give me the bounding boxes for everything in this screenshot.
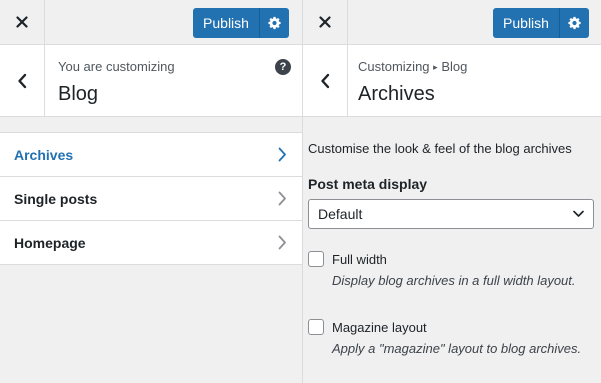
menu-item-label: Homepage	[14, 234, 86, 251]
chevron-right-icon	[278, 191, 286, 206]
page-title: Archives	[358, 83, 435, 105]
full-width-checkbox[interactable]	[308, 251, 324, 267]
section-description: Customise the look & feel of the blog ar…	[308, 141, 572, 156]
customizer-panel-blog: Publish You are customizing Blog ? Archi…	[0, 0, 303, 383]
publish-button-group: Publish	[493, 8, 589, 38]
title-block: Customizing ▸ Blog Archives	[358, 59, 467, 106]
back-button[interactable]	[303, 45, 348, 116]
archives-settings: Customise the look & feel of the blog ar…	[308, 140, 598, 229]
menu-item-label: Archives	[14, 146, 74, 163]
full-width-description: Display blog archives in a full width la…	[332, 273, 576, 288]
publish-settings-button[interactable]	[259, 8, 289, 38]
chevron-left-icon	[321, 73, 330, 88]
magazine-layout-checkbox[interactable]	[308, 319, 324, 335]
customizer-header: Publish	[0, 0, 302, 45]
title-block: You are customizing Blog	[58, 59, 175, 106]
post-meta-select[interactable]: Default	[308, 199, 594, 229]
breadcrumb-parent: Customizing	[358, 59, 430, 74]
help-icon[interactable]: ?	[275, 59, 291, 75]
gear-icon	[567, 16, 581, 30]
close-icon	[319, 16, 331, 28]
customizing-label: You are customizing	[58, 59, 175, 74]
magazine-layout-description: Apply a "magazine" layout to blog archiv…	[332, 341, 582, 356]
close-icon	[16, 16, 28, 28]
chevron-down-icon	[573, 210, 584, 217]
breadcrumb: Customizing ▸ Blog	[358, 59, 467, 75]
back-button[interactable]	[0, 45, 45, 116]
menu-item-label: Single posts	[14, 190, 98, 207]
menu-item-single-posts[interactable]: Single posts	[0, 177, 302, 221]
customizer-panel-archives: Publish Customizing ▸ Blog Archives Cust…	[303, 0, 601, 383]
publish-settings-button[interactable]	[559, 8, 589, 38]
close-customizer-button[interactable]	[0, 0, 45, 44]
customizer-header: Publish	[303, 0, 601, 45]
gear-icon	[267, 16, 281, 30]
full-width-label: Full width	[332, 252, 387, 267]
page-title: Blog	[58, 83, 99, 105]
publish-button[interactable]: Publish	[493, 8, 559, 38]
chevron-left-icon	[18, 73, 27, 88]
magazine-layout-label: Magazine layout	[332, 320, 427, 335]
section-header: Customizing ▸ Blog Archives	[303, 45, 601, 117]
section-menu: Archives Single posts Homepage	[0, 132, 302, 265]
chevron-right-icon	[278, 235, 286, 250]
publish-button-group: Publish	[193, 8, 289, 38]
close-customizer-button[interactable]	[303, 0, 348, 44]
breadcrumb-current: Blog	[441, 59, 468, 74]
post-meta-selected-value: Default	[318, 206, 363, 222]
post-meta-label: Post meta display	[308, 176, 428, 192]
section-header: You are customizing Blog ?	[0, 45, 302, 117]
publish-button[interactable]: Publish	[193, 8, 259, 38]
breadcrumb-separator: ▸	[433, 62, 438, 72]
menu-item-homepage[interactable]: Homepage	[0, 221, 302, 265]
chevron-right-icon	[278, 147, 286, 162]
menu-item-archives[interactable]: Archives	[0, 133, 302, 177]
